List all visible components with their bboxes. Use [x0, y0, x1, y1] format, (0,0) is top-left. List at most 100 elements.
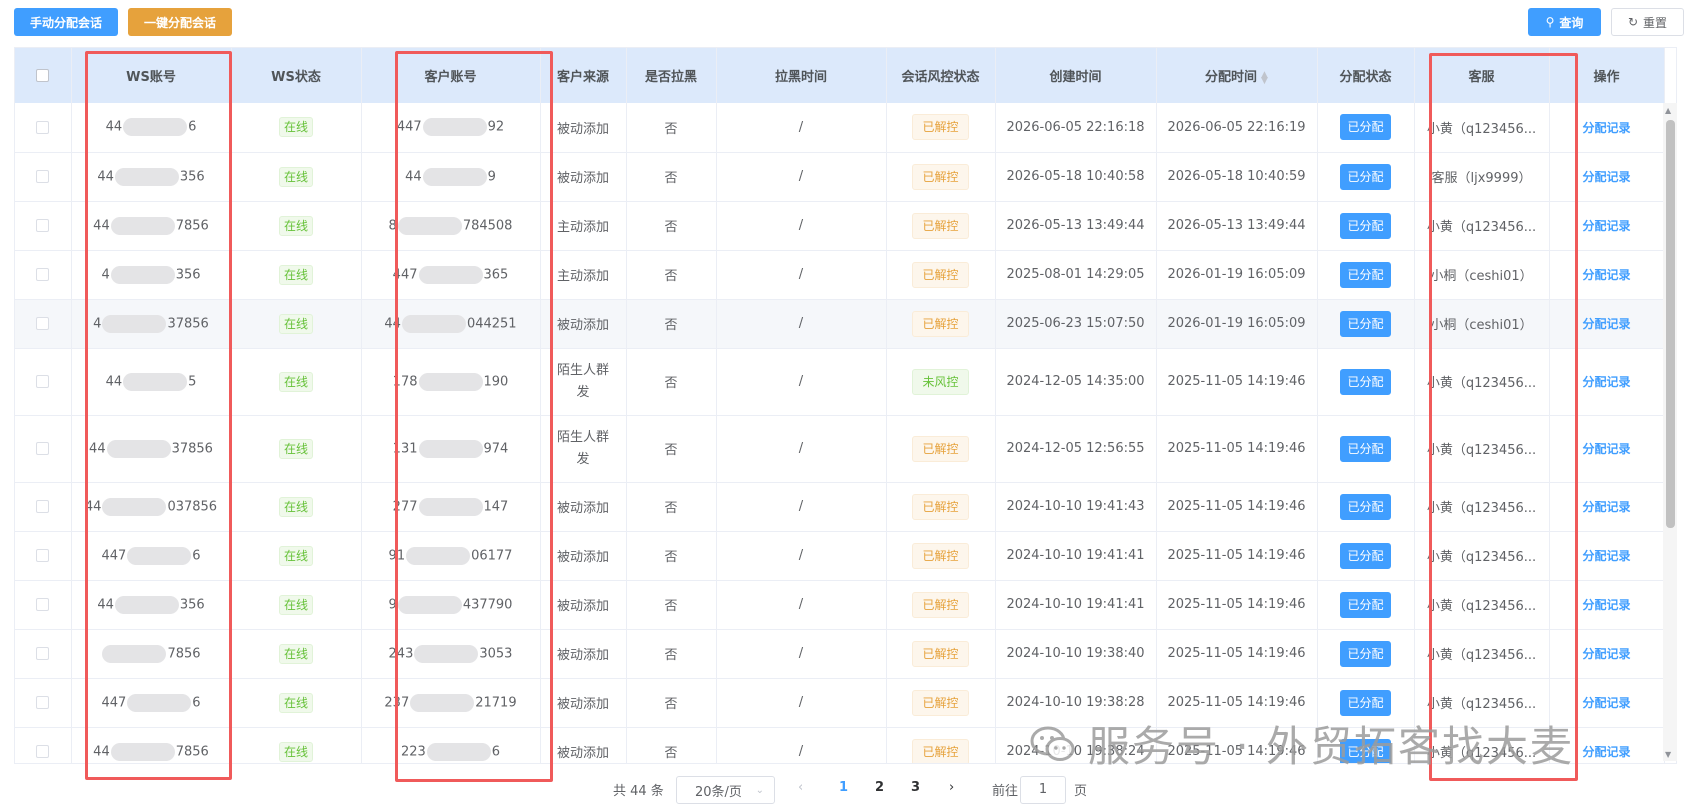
scroll-up-icon[interactable]: ▲: [1665, 106, 1671, 115]
scrollbar-thumb[interactable]: [1666, 120, 1675, 528]
row-select-cell[interactable]: [15, 103, 72, 153]
status-badge: 在线: [278, 545, 313, 566]
row-checkbox[interactable]: [36, 745, 50, 758]
assign-record-link[interactable]: 分配记录: [1582, 442, 1630, 456]
table-row[interactable]: 4 356 在线 447 365 主动添加否 / 已解控 2025-08-01 14:29:05…: [15, 250, 1665, 300]
assign-status-cell: 已分配: [1317, 482, 1415, 532]
select-all-checkbox[interactable]: [36, 69, 50, 82]
table-row[interactable]: 44 37856 在线 131 974 陌生人群发否 / 已解控 2024-12-05 12:5…: [15, 415, 1665, 483]
scroll-down-icon[interactable]: ▼: [1665, 750, 1671, 759]
row-select-cell[interactable]: [15, 531, 72, 581]
created-time-cell: 2024-10-10 19:41:41: [995, 580, 1157, 630]
row-checkbox[interactable]: [36, 120, 50, 134]
header-assigned-time[interactable]: 分配时间 ▲ ▼: [1156, 48, 1318, 103]
table-row[interactable]: 44 356 在线 9 437790 被动添加否 / 已解控 2024-10-10 19:41:…: [15, 580, 1665, 630]
risk-status-cell: 已解控: [886, 482, 996, 532]
row-select-cell[interactable]: [15, 250, 72, 300]
assign-badge: 已分配: [1340, 640, 1391, 667]
page-1[interactable]: 1: [839, 780, 848, 795]
assign-record-link[interactable]: 分配记录: [1582, 170, 1630, 184]
assign-badge: 已分配: [1340, 368, 1391, 395]
row-checkbox[interactable]: [36, 442, 50, 455]
risk-status-cell: 已解控: [886, 727, 996, 763]
row-checkbox[interactable]: [36, 500, 50, 513]
ws-status-cell: 在线: [231, 415, 362, 483]
assign-record-link[interactable]: 分配记录: [1582, 598, 1630, 612]
block-time-cell: /: [716, 531, 887, 581]
row-checkbox[interactable]: [36, 375, 50, 388]
row-checkbox[interactable]: [36, 598, 50, 611]
assign-record-link[interactable]: 分配记录: [1582, 121, 1630, 135]
pagination-total: 共 44 条: [613, 783, 664, 799]
next-page-icon[interactable]: ›: [949, 780, 954, 795]
row-select-cell[interactable]: [15, 580, 72, 630]
page-3[interactable]: 3: [911, 780, 920, 795]
created-time-cell: 2025-06-23 15:07:50: [995, 299, 1157, 349]
table-row[interactable]: 44 7856 在线 8 784508 主动添加否 / 已解控 2026-05-13 13:49…: [15, 201, 1665, 251]
ws-status-cell: 在线: [231, 250, 362, 300]
row-select-cell[interactable]: [15, 678, 72, 728]
assign-record-link[interactable]: 分配记录: [1582, 549, 1630, 563]
reset-button[interactable]: ↻ 重置: [1611, 8, 1684, 36]
row-checkbox[interactable]: [36, 219, 50, 232]
row-select-cell[interactable]: [15, 629, 72, 679]
header-assign-status: 分配状态: [1317, 48, 1415, 103]
created-time-cell: 2026-05-13 13:49:44: [995, 201, 1157, 251]
row-checkbox[interactable]: [36, 317, 50, 330]
risk-status-cell: 未风控: [886, 348, 996, 416]
row-select-cell[interactable]: [15, 152, 72, 202]
risk-status-cell: 已解控: [886, 678, 996, 728]
assign-record-link[interactable]: 分配记录: [1582, 317, 1630, 331]
status-badge: 在线: [278, 741, 313, 762]
assign-badge: 已分配: [1340, 310, 1391, 337]
row-select-cell[interactable]: [15, 201, 72, 251]
risk-badge: 已解控: [912, 212, 969, 239]
page-size-select[interactable]: 20条/页 ⌄: [676, 776, 775, 804]
table-row[interactable]: 7856 在线 243 3053 被动添加否 / 已解控 2024-10-10 19:38:4…: [15, 629, 1665, 679]
blocked-cell: 否: [626, 580, 717, 630]
header-select-all[interactable]: [15, 48, 72, 103]
table-row[interactable]: 44 5 在线 178 190 陌生人群发否 / 未风控 2024-12-05 14:35:00…: [15, 348, 1665, 416]
created-time-cell: 2024-12-05 14:35:00: [995, 348, 1157, 416]
assign-record-link[interactable]: 分配记录: [1582, 500, 1630, 514]
sort-icon[interactable]: ▲ ▼: [1261, 70, 1268, 85]
row-checkbox[interactable]: [36, 696, 50, 709]
page-2[interactable]: 2: [875, 780, 884, 795]
assigned-time-cell: 2025-11-05 14:19:46: [1156, 531, 1318, 581]
row-select-cell[interactable]: [15, 482, 72, 532]
table-row[interactable]: 4 37856 在线 44 044251 被动添加否 / 已解控 2025-06-23 15:0…: [15, 299, 1665, 349]
table-row[interactable]: 447 6 在线 91 06177 被动添加否 / 已解控 2024-10-10 19:41:4…: [15, 531, 1665, 581]
assign-record-link[interactable]: 分配记录: [1582, 696, 1630, 710]
assign-record-link[interactable]: 分配记录: [1582, 268, 1630, 282]
row-checkbox[interactable]: [36, 268, 50, 281]
search-button[interactable]: ⚲ 查询: [1528, 8, 1601, 36]
goto-page-input[interactable]: 1: [1020, 776, 1066, 804]
row-select-cell[interactable]: [15, 299, 72, 349]
row-checkbox[interactable]: [36, 170, 50, 183]
risk-status-cell: 已解控: [886, 415, 996, 483]
auto-assign-button[interactable]: 一键分配会话: [128, 8, 232, 36]
assign-badge: 已分配: [1340, 493, 1391, 520]
header-created-time: 创建时间: [995, 48, 1157, 103]
table-row[interactable]: 44 356 在线 44 9 被动添加否 / 已解控 2026-05-18 10:40:58 20…: [15, 152, 1665, 202]
risk-status-cell: 已解控: [886, 629, 996, 679]
assign-record-link[interactable]: 分配记录: [1582, 375, 1630, 389]
assign-record-link[interactable]: 分配记录: [1582, 745, 1630, 759]
row-checkbox[interactable]: [36, 549, 50, 562]
assign-record-link[interactable]: 分配记录: [1582, 647, 1630, 661]
row-select-cell[interactable]: [15, 348, 72, 416]
table-row[interactable]: 44 6 在线 447 92 被动添加否 / 已解控 2026-06-05 22:16:18 20…: [15, 103, 1665, 153]
table-row[interactable]: 44 037856 在线 277 147 被动添加否 / 已解控 2024-10-10 19:4…: [15, 482, 1665, 532]
ws-status-cell: 在线: [231, 580, 362, 630]
prev-page-icon[interactable]: ‹: [798, 780, 803, 795]
row-select-cell[interactable]: [15, 415, 72, 483]
row-checkbox[interactable]: [36, 647, 50, 660]
row-select-cell[interactable]: [15, 727, 72, 763]
assign-badge: 已分配: [1340, 261, 1391, 288]
manual-assign-button[interactable]: 手动分配会话: [14, 8, 118, 36]
assign-record-link[interactable]: 分配记录: [1582, 219, 1630, 233]
created-time-cell: 2024-12-05 12:56:55: [995, 415, 1157, 483]
block-time-cell: /: [716, 678, 887, 728]
status-badge: 在线: [278, 264, 313, 285]
block-time-cell: /: [716, 580, 887, 630]
